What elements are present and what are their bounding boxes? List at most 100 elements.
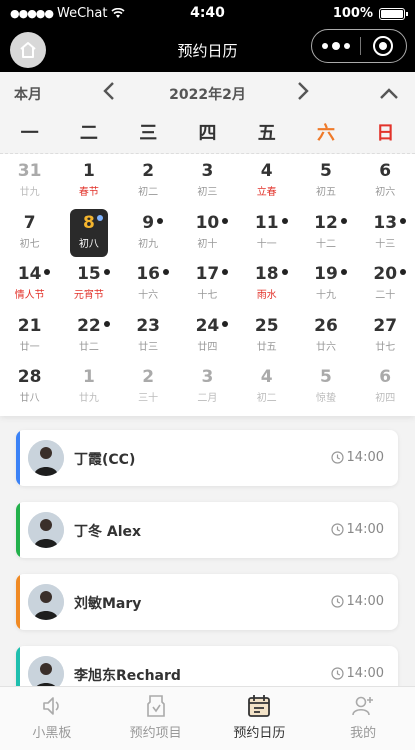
weekday-sun: 日 bbox=[376, 123, 395, 144]
appointment-card[interactable]: 丁冬 Alex 14:00 bbox=[16, 502, 398, 558]
calendar-icon bbox=[248, 695, 271, 717]
day-number: 4 bbox=[261, 160, 273, 182]
day-cell[interactable]: 5 惊蛰 bbox=[296, 366, 355, 418]
day-cell[interactable]: 25 廿五 bbox=[237, 315, 296, 367]
lunar-label: 廿七 bbox=[375, 341, 396, 353]
day-cell[interactable]: 10 初十 bbox=[178, 212, 237, 264]
day-cell[interactable]: 2 三十 bbox=[119, 366, 178, 418]
day-number-text: 28 bbox=[17, 367, 42, 387]
tab-label: 我的 bbox=[350, 726, 377, 741]
client-name: 丁霞(CC) bbox=[74, 452, 136, 468]
day-number-text: 3 bbox=[201, 161, 214, 181]
collapse-icon[interactable] bbox=[379, 81, 399, 105]
day-number-text: 1 bbox=[82, 367, 95, 387]
day-cell[interactable]: 4 立春 bbox=[237, 160, 296, 212]
day-cell[interactable]: 28 廿八 bbox=[0, 366, 59, 418]
day-cell[interactable]: 16 十六 bbox=[119, 263, 178, 315]
tab-projects[interactable]: 预约项目 bbox=[104, 687, 208, 750]
day-cell-today[interactable]: 8 初八 bbox=[59, 208, 118, 264]
appointment-card[interactable]: 丁霞(CC) 14:00 bbox=[16, 430, 398, 486]
day-cell[interactable]: 17 十七 bbox=[178, 263, 237, 315]
weekday-mon: 一 bbox=[20, 123, 39, 144]
day-cell[interactable]: 23 廿三 bbox=[119, 315, 178, 367]
appointment-dot bbox=[222, 320, 229, 327]
day-number-text: 3 bbox=[201, 367, 214, 387]
day-number: 10 bbox=[196, 212, 229, 234]
status-bar: ●●●●● WeChat 4:40 100% bbox=[0, 0, 415, 28]
lunar-label: 三十 bbox=[138, 393, 159, 404]
day-cell[interactable]: 20 二十 bbox=[356, 263, 415, 315]
day-cell[interactable]: 2 初二 bbox=[119, 160, 178, 212]
lunar-label: 元宵节 bbox=[73, 290, 104, 301]
day-cell[interactable]: 21 廿一 bbox=[0, 315, 59, 367]
appointment-dot bbox=[340, 269, 347, 275]
day-number-text: 14 bbox=[17, 264, 42, 284]
appointment-dot bbox=[222, 269, 229, 275]
day-number: 28 bbox=[18, 366, 42, 388]
day-cell[interactable]: 11 十一 bbox=[237, 212, 296, 264]
appointment-dot bbox=[103, 320, 110, 327]
tab-label: 小黑板 bbox=[32, 726, 72, 741]
day-cell[interactable]: 1 廿九 bbox=[59, 366, 118, 418]
battery-icon bbox=[379, 7, 408, 20]
day-cell[interactable]: 19 十九 bbox=[296, 263, 355, 315]
day-cell[interactable]: 9 初九 bbox=[119, 212, 178, 264]
day-cell[interactable]: 3 初三 bbox=[178, 160, 237, 212]
day-number-text: 4 bbox=[260, 161, 273, 181]
tab-blackboard[interactable]: 小黑板 bbox=[0, 687, 104, 750]
lunar-label: 十三 bbox=[375, 238, 396, 250]
day-cell[interactable]: 1 春节 bbox=[59, 160, 118, 212]
record-button[interactable] bbox=[360, 36, 406, 56]
appointment-dot bbox=[400, 217, 407, 224]
day-cell[interactable]: 31 廿九 bbox=[0, 160, 59, 212]
day-number-text: 13 bbox=[373, 212, 398, 233]
more-dots-icon[interactable] bbox=[312, 41, 360, 50]
day-number: 16 bbox=[136, 263, 169, 285]
day-cell[interactable]: 26 廿六 bbox=[296, 315, 355, 367]
day-cell[interactable]: 7 初七 bbox=[0, 212, 59, 264]
lunar-label: 初二 bbox=[138, 187, 159, 198]
day-number: 4 bbox=[261, 366, 273, 388]
day-cell[interactable]: 6 初四 bbox=[356, 366, 415, 418]
weekday-header: 一 二 三 四 五 六 日 bbox=[0, 114, 415, 154]
day-number: 3 bbox=[202, 160, 214, 182]
day-number-text: 1 bbox=[82, 161, 95, 181]
tab-label: 预约项目 bbox=[129, 726, 182, 741]
day-cell[interactable]: 12 十二 bbox=[296, 212, 355, 264]
card-accent-bar bbox=[16, 502, 20, 558]
day-number-text: 4 bbox=[260, 367, 273, 387]
day-cell[interactable]: 14 情人节 bbox=[0, 263, 59, 315]
lunar-label: 十七 bbox=[197, 290, 218, 301]
lunar-label: 二十 bbox=[375, 290, 396, 301]
weekday-fri: 五 bbox=[257, 123, 276, 144]
lunar-label: 春节 bbox=[78, 187, 99, 198]
day-cell[interactable]: 13 十三 bbox=[356, 212, 415, 264]
appointment-card[interactable]: 刘敏Mary 14:00 bbox=[16, 574, 398, 630]
day-cell[interactable]: 3 二月 bbox=[178, 366, 237, 418]
day-cell[interactable]: 27 廿七 bbox=[356, 315, 415, 367]
day-number-text: 17 bbox=[195, 264, 220, 284]
tab-calendar[interactable]: 预约日历 bbox=[208, 687, 312, 750]
day-number-text: 2 bbox=[142, 161, 155, 181]
lunar-label: 初四 bbox=[375, 393, 396, 404]
day-number-text: 31 bbox=[17, 161, 42, 181]
calendar: 本月 2022年2月 一 二 三 四 五 六 日 31 廿九 1 春节 2 初二 3 初三 4 立… bbox=[0, 72, 415, 416]
appointment-dot bbox=[340, 217, 347, 224]
calendar-header: 本月 2022年2月 bbox=[0, 72, 415, 114]
day-number-text: 24 bbox=[195, 315, 220, 336]
day-number: 24 bbox=[195, 315, 229, 337]
day-cell[interactable]: 6 初六 bbox=[356, 160, 415, 212]
day-cell[interactable]: 22 廿二 bbox=[59, 315, 118, 367]
next-month-icon[interactable] bbox=[296, 80, 310, 108]
lunar-label: 十一 bbox=[256, 238, 277, 250]
day-cell[interactable]: 15 元宵节 bbox=[59, 263, 118, 315]
tab-bar: 小黑板 预约项目 预约日历 我的 bbox=[0, 686, 415, 750]
day-cell[interactable]: 18 雨水 bbox=[237, 263, 296, 315]
day-number: 20 bbox=[373, 263, 407, 285]
tab-mine[interactable]: 我的 bbox=[311, 687, 415, 750]
lunar-label: 初七 bbox=[19, 238, 40, 250]
day-cell[interactable]: 5 初五 bbox=[296, 160, 355, 212]
day-cell[interactable]: 24 廿四 bbox=[178, 315, 237, 367]
day-number: 26 bbox=[314, 315, 338, 337]
day-cell[interactable]: 4 初二 bbox=[237, 366, 296, 418]
